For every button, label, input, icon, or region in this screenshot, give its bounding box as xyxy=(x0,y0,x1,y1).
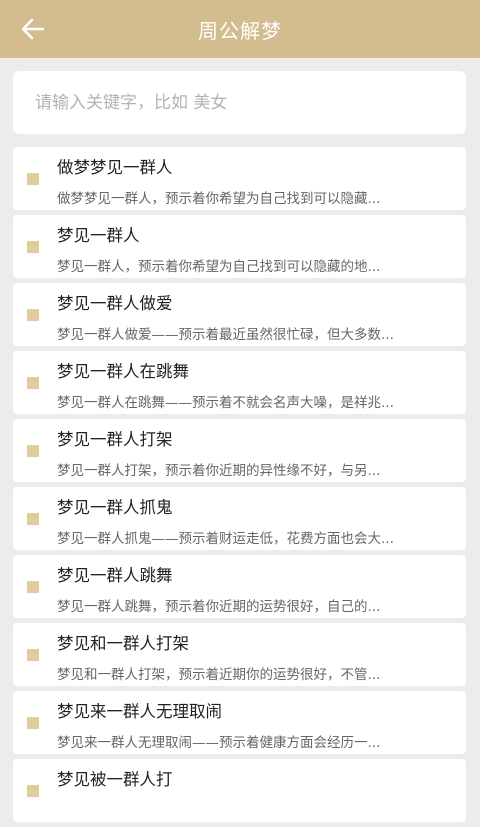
item-description: 梦见一群人抓鬼——预示着财运走低，花费方面也会大... xyxy=(57,531,394,547)
result-list: 做梦梦见一群人 做梦梦见一群人，预示着你希望为自己找到可以隐藏... 梦见一群人… xyxy=(13,147,466,827)
item-description: 梦见一群人，预示着你希望为自己找到可以隐藏的地... xyxy=(57,259,381,275)
bullet-icon xyxy=(27,649,39,661)
list-item[interactable]: 梦见被一群人打 xyxy=(13,759,466,822)
search-input[interactable] xyxy=(13,71,466,134)
bullet-icon xyxy=(27,785,39,797)
item-description: 梦见来一群人无理取闹——预示着健康方面会经历一... xyxy=(57,735,381,751)
item-title: 梦见来一群人无理取闹 xyxy=(57,702,222,721)
bullet-icon xyxy=(27,717,39,729)
item-title: 梦见一群人做爱 xyxy=(57,294,173,313)
bullet-icon xyxy=(27,241,39,253)
back-arrow-icon xyxy=(21,18,45,40)
list-item[interactable]: 梦见一群人抓鬼 梦见一群人抓鬼——预示着财运走低，花费方面也会大... xyxy=(13,487,466,550)
item-description: 做梦梦见一群人，预示着你希望为自己找到可以隐藏... xyxy=(57,191,381,207)
item-description: 梦见一群人打架，预示着你近期的异性缘不好，与另... xyxy=(57,463,381,479)
list-item[interactable]: 梦见一群人 梦见一群人，预示着你希望为自己找到可以隐藏的地... xyxy=(13,215,466,278)
item-description: 梦见一群人在跳舞——预示着不就会名声大噪，是祥兆... xyxy=(57,395,394,411)
bullet-icon xyxy=(27,377,39,389)
bullet-icon xyxy=(27,173,39,185)
search-box xyxy=(13,71,466,134)
item-title: 梦见一群人跳舞 xyxy=(57,566,173,585)
item-title: 梦见被一群人打 xyxy=(57,770,173,789)
item-title: 梦见一群人打架 xyxy=(57,430,173,449)
list-item[interactable]: 做梦梦见一群人 做梦梦见一群人，预示着你希望为自己找到可以隐藏... xyxy=(13,147,466,210)
item-title: 梦见一群人 xyxy=(57,226,140,245)
list-item[interactable]: 梦见一群人跳舞 梦见一群人跳舞，预示着你近期的运势很好，自己的... xyxy=(13,555,466,618)
item-title: 梦见和一群人打架 xyxy=(57,634,189,653)
app-header: 周公解梦 xyxy=(0,0,480,58)
back-button[interactable] xyxy=(18,15,48,43)
list-item[interactable]: 梦见和一群人打架 梦见和一群人打架，预示着近期你的运势很好，不管... xyxy=(13,623,466,686)
item-title: 梦见一群人在跳舞 xyxy=(57,362,189,381)
list-item[interactable]: 梦见一群人做爱 梦见一群人做爱——预示着最近虽然很忙碌，但大多数... xyxy=(13,283,466,346)
list-item[interactable]: 梦见一群人在跳舞 梦见一群人在跳舞——预示着不就会名声大噪，是祥兆... xyxy=(13,351,466,414)
item-description: 梦见一群人做爱——预示着最近虽然很忙碌，但大多数... xyxy=(57,327,394,343)
item-description: 梦见一群人跳舞，预示着你近期的运势很好，自己的... xyxy=(57,599,381,615)
page-title: 周公解梦 xyxy=(198,18,282,43)
item-description: 梦见和一群人打架，预示着近期你的运势很好，不管... xyxy=(57,667,381,683)
item-title: 做梦梦见一群人 xyxy=(57,158,173,177)
bullet-icon xyxy=(27,309,39,321)
bullet-icon xyxy=(27,581,39,593)
item-title: 梦见一群人抓鬼 xyxy=(57,498,173,517)
list-item[interactable]: 梦见来一群人无理取闹 梦见来一群人无理取闹——预示着健康方面会经历一... xyxy=(13,691,466,754)
list-item[interactable]: 梦见一群人打架 梦见一群人打架，预示着你近期的异性缘不好，与另... xyxy=(13,419,466,482)
bullet-icon xyxy=(27,445,39,457)
bullet-icon xyxy=(27,513,39,525)
